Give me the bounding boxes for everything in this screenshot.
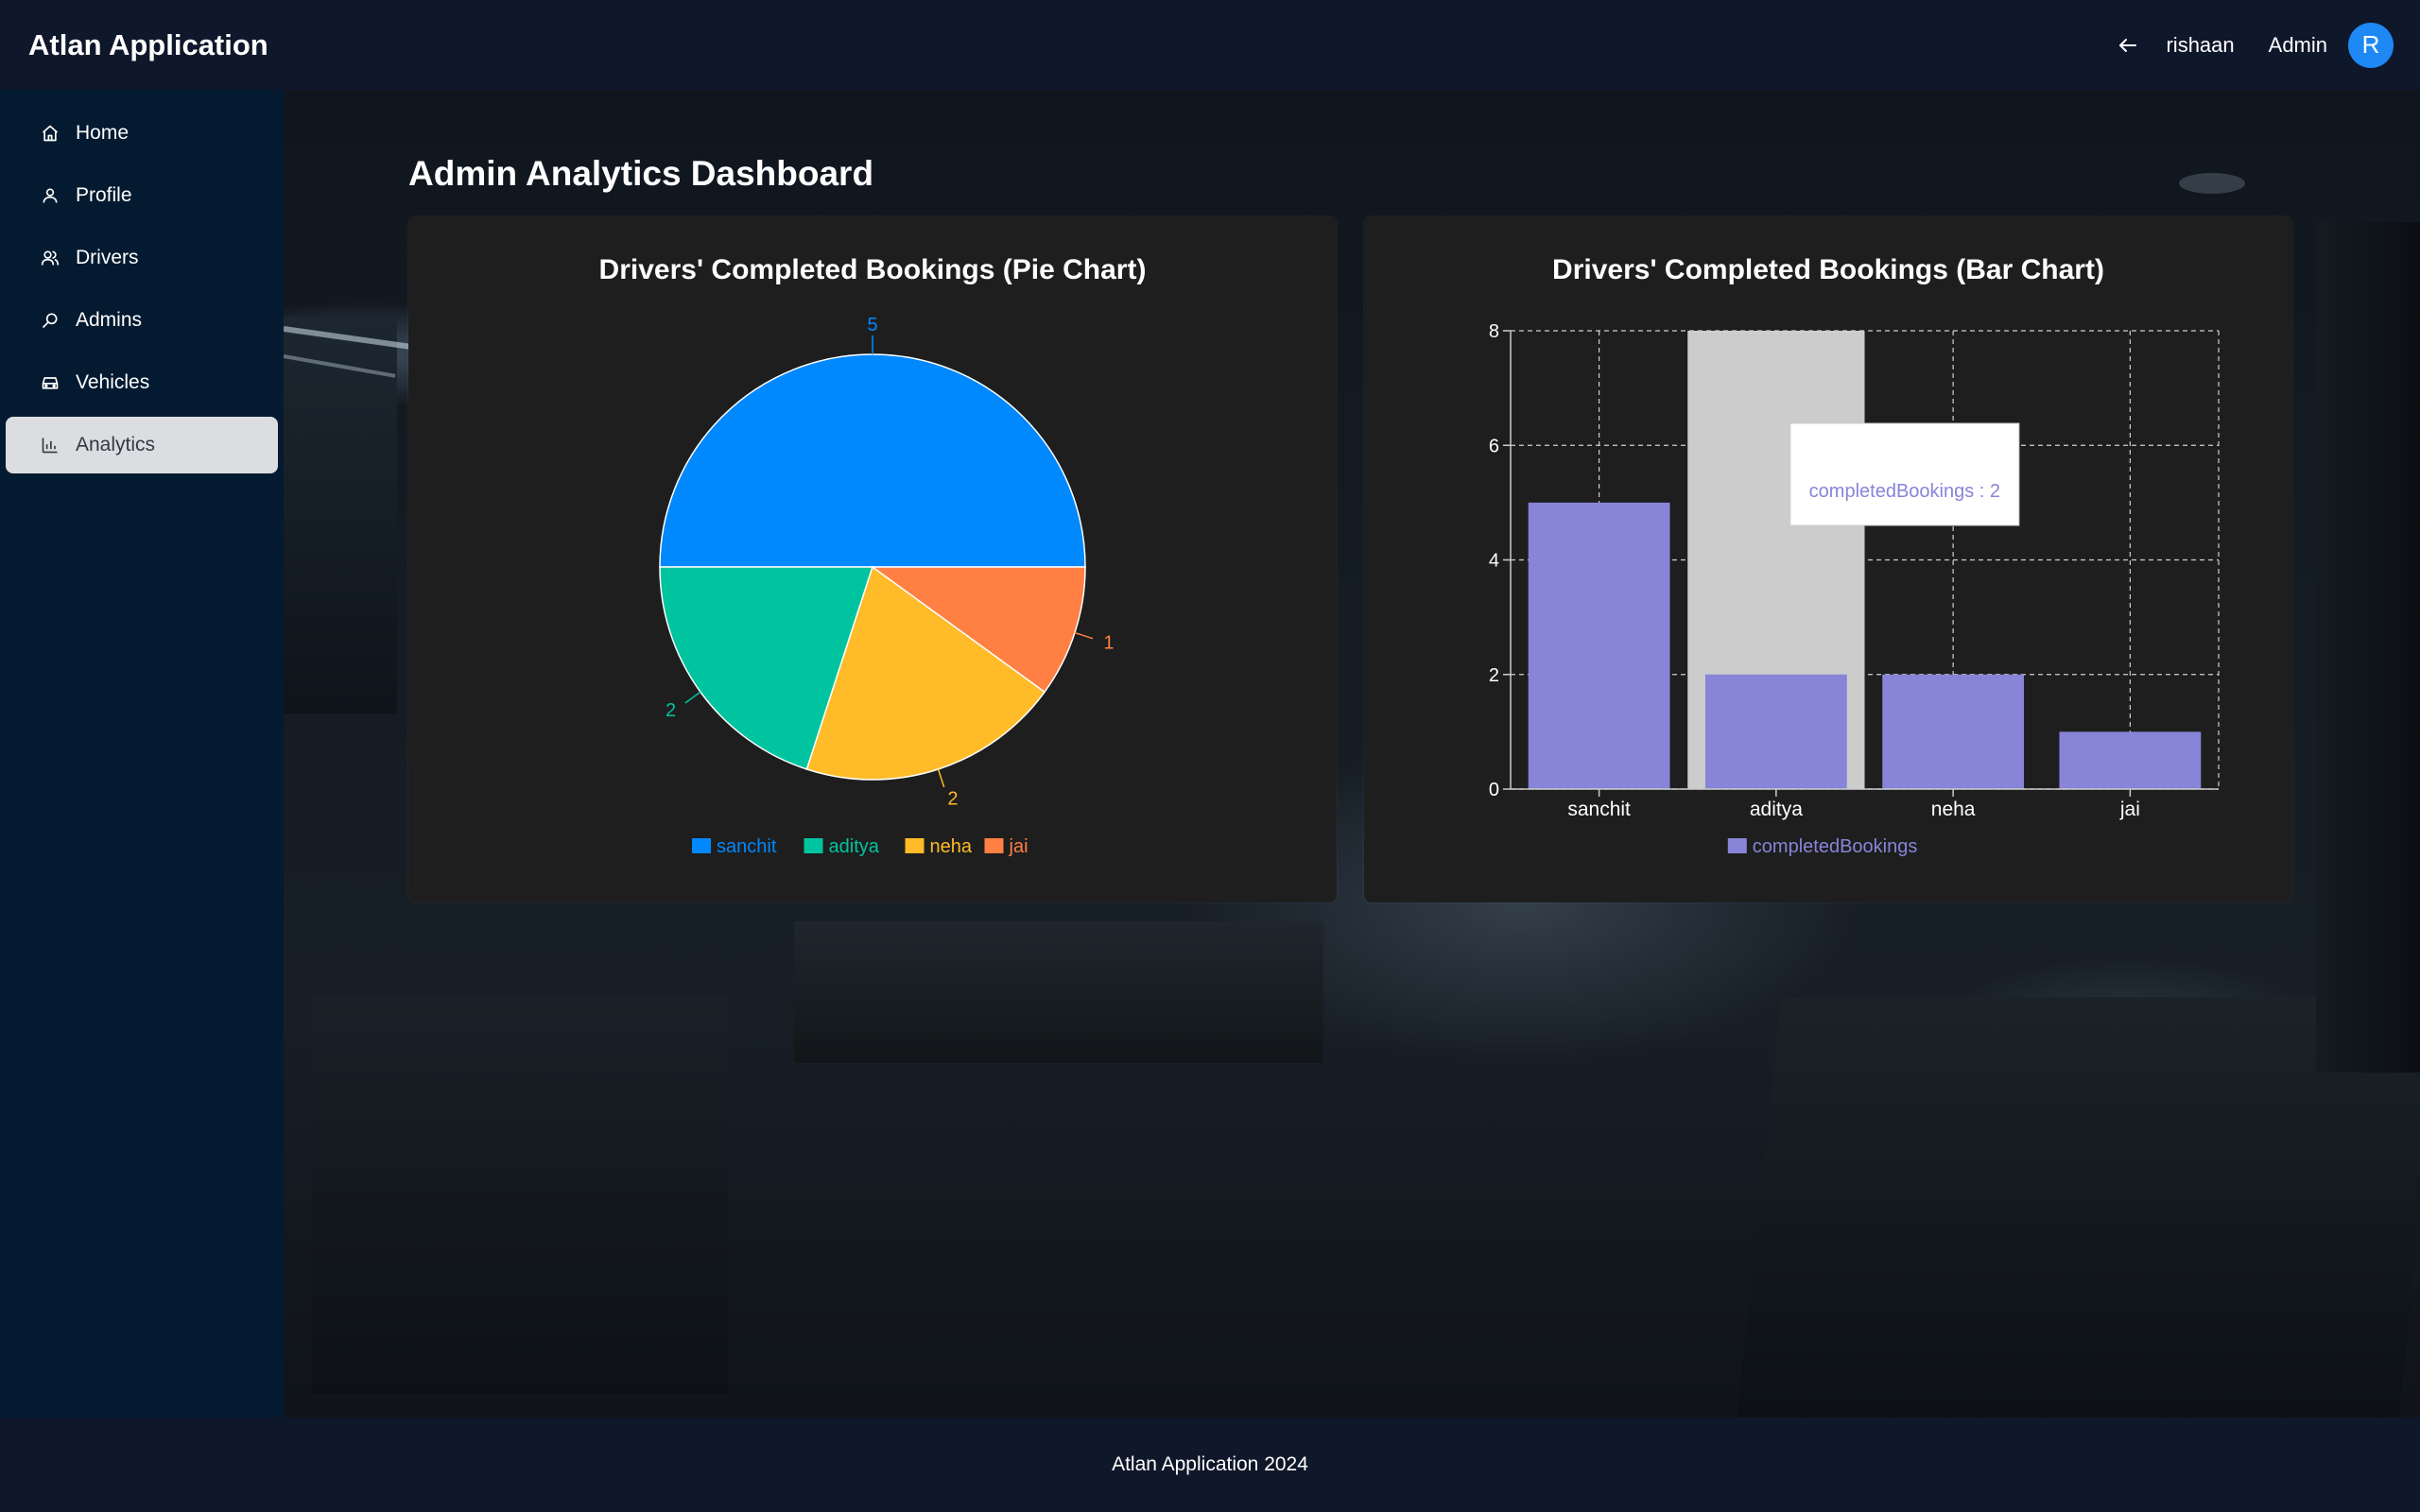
user-role: Admin (2268, 32, 2327, 57)
bar-chart-card: Drivers' Completed Bookings (Bar Chart) … (1364, 216, 2292, 902)
x-tick-label: neha (1931, 799, 1976, 820)
x-tick-label: aditya (1750, 799, 1803, 820)
pie-value-label: 2 (666, 700, 676, 721)
legend-label: completedBookings (1753, 836, 1918, 857)
footer-text: Atlan Application 2024 (1112, 1453, 1308, 1475)
background-desk-center (794, 921, 1323, 1063)
background-ceiling-light (2179, 173, 2245, 194)
sidebar-item-admins[interactable]: Admins (6, 292, 278, 349)
app-title: Atlan Application (28, 27, 268, 61)
user-icon (40, 185, 60, 206)
home-icon (40, 123, 60, 144)
header-right: rishaan Admin R (2111, 22, 2394, 68)
legend-swatch (984, 838, 1004, 853)
legend-swatch (905, 838, 925, 853)
bar-jai[interactable] (2059, 731, 2202, 789)
y-tick-label: 6 (1489, 436, 1499, 456)
sidebar: Home Profile Drivers Admins Vehicles Ana… (0, 90, 284, 1418)
legend-swatch (1727, 838, 1747, 853)
arrow-left-icon[interactable] (2111, 28, 2145, 62)
avatar[interactable]: R (2348, 22, 2394, 68)
y-tick-label: 0 (1489, 780, 1499, 800)
top-header: Atlan Application rishaan Admin R (0, 0, 2420, 90)
y-tick-label: 4 (1489, 551, 1499, 572)
pie-chart: 5 2 2 1 sanchit aditya neha jai (659, 315, 1115, 857)
sidebar-item-drivers[interactable]: Drivers (6, 230, 278, 286)
legend-label: jai (1009, 836, 1028, 857)
sidebar-item-label: Drivers (76, 247, 139, 268)
x-tick-label: jai (2119, 799, 2140, 820)
bar-chart-icon (40, 435, 60, 455)
legend-label: aditya (829, 836, 880, 857)
sidebar-item-label: Home (76, 122, 130, 144)
background-window-left (284, 317, 397, 713)
bar-sanchit[interactable] (1528, 502, 1670, 789)
sidebar-item-label: Vehicles (76, 371, 150, 393)
bar-aditya[interactable] (1704, 674, 1847, 789)
y-tick-label: 8 (1489, 321, 1499, 342)
footer: Atlan Application 2024 (0, 1418, 2420, 1512)
tooltip-box (1789, 422, 2020, 526)
sidebar-item-analytics[interactable]: Analytics (6, 417, 278, 473)
pie-label-line (1074, 631, 1094, 640)
pie-value-label: 2 (947, 788, 958, 809)
pie-value-label: 5 (867, 315, 877, 335)
x-tick-label: sanchit (1567, 799, 1631, 820)
bar-chart: 0 2 4 6 8 sanchit aditya neha jai completedBookin… (1489, 321, 2220, 857)
pie-slice-sanchit[interactable] (659, 353, 1086, 568)
background-pillar-right (2316, 222, 2420, 1073)
legend-label: neha (930, 836, 973, 857)
sidebar-item-label: Analytics (76, 434, 156, 455)
sidebar-item-label: Profile (76, 184, 132, 206)
username: rishaan (2166, 32, 2235, 57)
legend-item-jai[interactable]: jai (984, 836, 1028, 857)
legend-item-sanchit[interactable]: sanchit (692, 836, 777, 857)
legend-swatch (692, 838, 711, 853)
tooltip-text: completedBookings : 2 (1809, 481, 2000, 502)
bar-neha[interactable] (1882, 674, 2025, 789)
sidebar-item-home[interactable]: Home (6, 105, 278, 162)
pie-label-line (684, 691, 701, 704)
sidebar-item-profile[interactable]: Profile (6, 167, 278, 224)
background-desk-left (312, 997, 728, 1394)
car-icon (40, 372, 60, 393)
pie-value-label: 1 (1103, 632, 1114, 653)
page-title: Admin Analytics Dashboard (408, 154, 874, 193)
legend-item-aditya[interactable]: aditya (804, 836, 880, 857)
search-icon (40, 310, 60, 331)
pie-chart-card: Drivers' Completed Bookings (Pie Chart) … (408, 216, 1337, 902)
sidebar-item-vehicles[interactable]: Vehicles (6, 354, 278, 411)
chart-tooltip: completedBookings : 2 (1789, 422, 2020, 526)
main-content: Admin Analytics Dashboard Drivers' Compl… (284, 90, 2420, 1418)
legend-swatch (804, 838, 823, 853)
legend-item-completedBookings[interactable]: completedBookings (1727, 836, 1918, 857)
y-tick-label: 2 (1489, 665, 1499, 686)
sidebar-item-label: Admins (76, 309, 143, 331)
users-icon (40, 248, 60, 268)
legend-item-neha[interactable]: neha (905, 836, 973, 857)
legend-label: sanchit (717, 836, 777, 857)
pie-label-line (937, 768, 945, 788)
